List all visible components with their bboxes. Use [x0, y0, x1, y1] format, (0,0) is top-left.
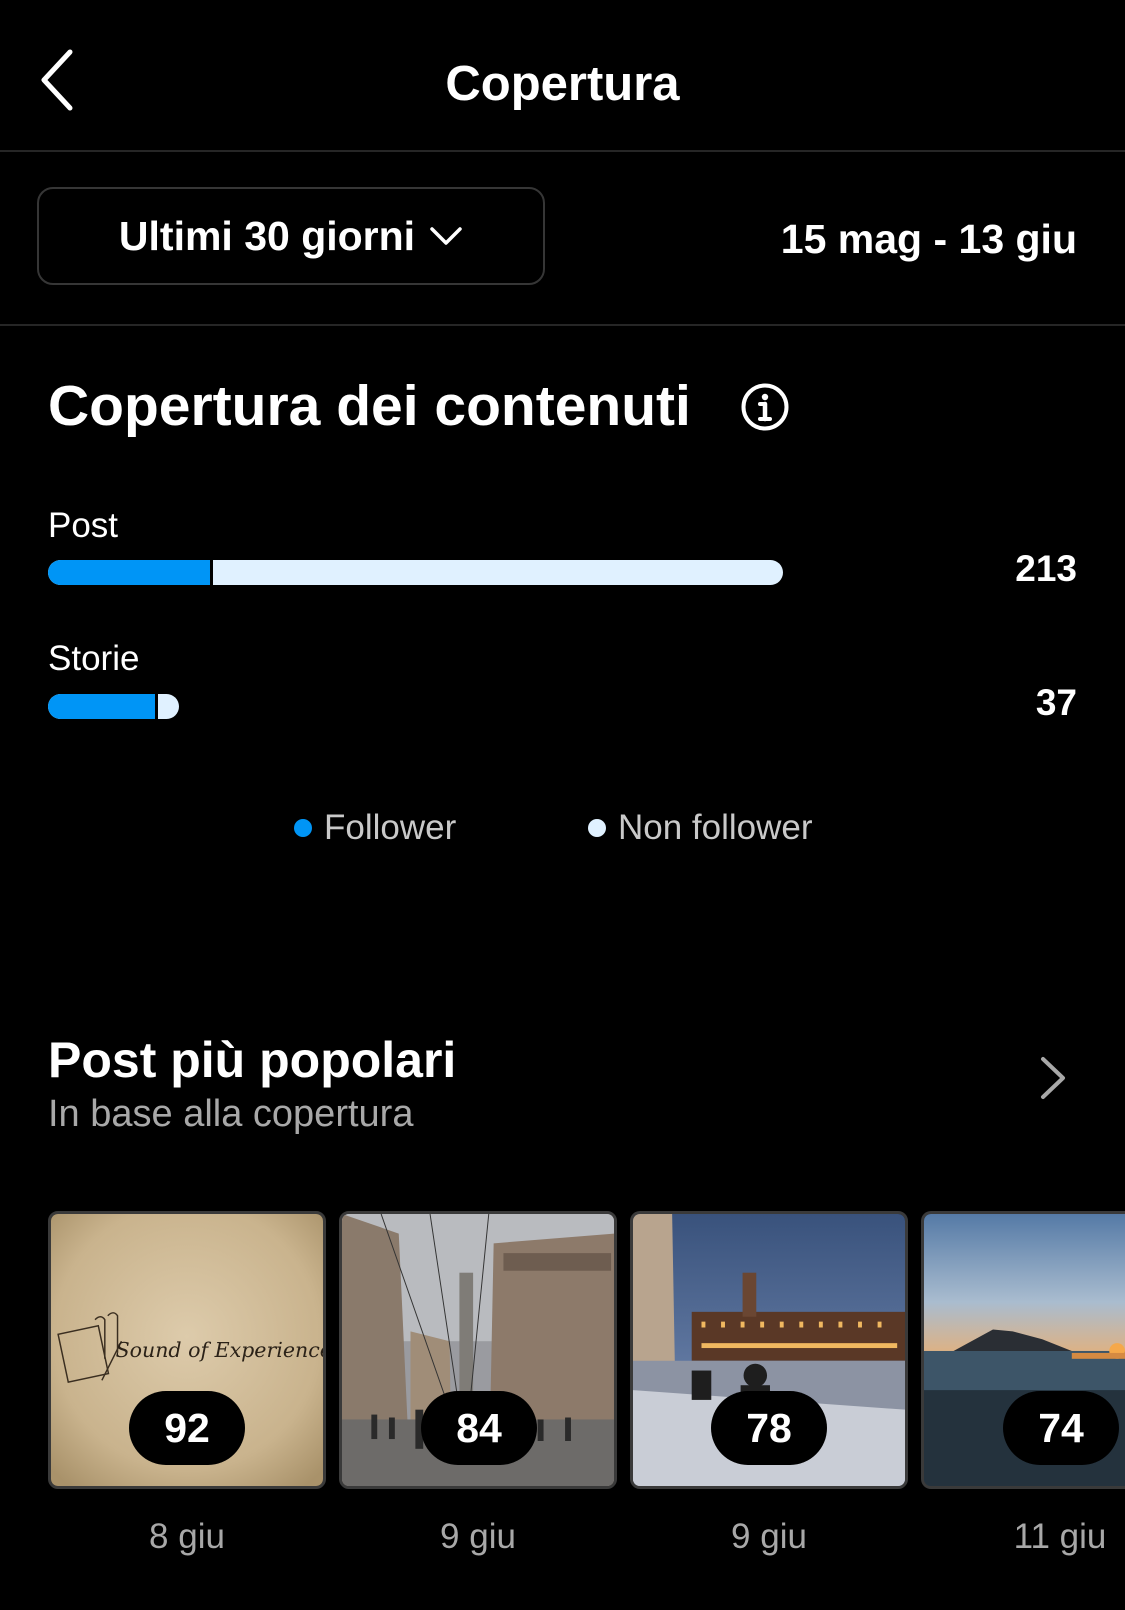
legend-non-follower-label: Non follower	[618, 808, 813, 847]
chevron-down-icon	[430, 227, 462, 245]
post-reach-badge: 78	[711, 1391, 827, 1465]
post-reach-bar	[48, 560, 783, 585]
filter-divider	[0, 324, 1125, 326]
popular-posts-subtitle: In base alla copertura	[48, 1093, 414, 1135]
post-reach-label: Post	[48, 506, 119, 545]
post-reach-value: 213	[1015, 548, 1077, 589]
popular-posts-title: Post più popolari	[48, 1032, 457, 1088]
legend-follower: Follower	[294, 806, 456, 850]
post-date: 9 giu	[440, 1517, 516, 1556]
legend-non-follower: Non follower	[588, 806, 813, 850]
header-divider	[0, 150, 1125, 152]
post-follower-fill	[48, 560, 213, 585]
date-range-dropdown-label: Ultimi 30 giorni	[118, 212, 416, 259]
page-title: Copertura	[445, 57, 680, 111]
stories-reach-bar	[48, 694, 179, 719]
post-reach-badge: 92	[129, 1391, 245, 1465]
post-date: 9 giu	[731, 1517, 807, 1556]
date-range-text: 15 mag - 13 giu	[780, 216, 1077, 262]
content-reach-title: Copertura dei contenuti	[48, 374, 691, 438]
chevron-right-icon[interactable]	[1038, 1055, 1068, 1101]
post-caption: Sound of Experience	[116, 1338, 323, 1362]
stories-follower-fill	[48, 694, 159, 719]
legend-follower-label: Follower	[324, 808, 457, 847]
legend-follower-dot	[294, 819, 312, 837]
info-icon[interactable]	[740, 382, 790, 432]
date-range-dropdown[interactable]: Ultimi 30 giorni	[37, 187, 545, 285]
post-reach-badge: 84	[421, 1391, 537, 1465]
post-date: 11 giu	[1013, 1517, 1107, 1556]
post-reach-badge: 74	[1003, 1391, 1119, 1465]
stories-reach-value: 37	[1035, 682, 1077, 723]
legend-non-follower-dot	[588, 819, 606, 837]
post-date: 8 giu	[149, 1517, 225, 1556]
stories-reach-label: Storie	[48, 639, 140, 678]
